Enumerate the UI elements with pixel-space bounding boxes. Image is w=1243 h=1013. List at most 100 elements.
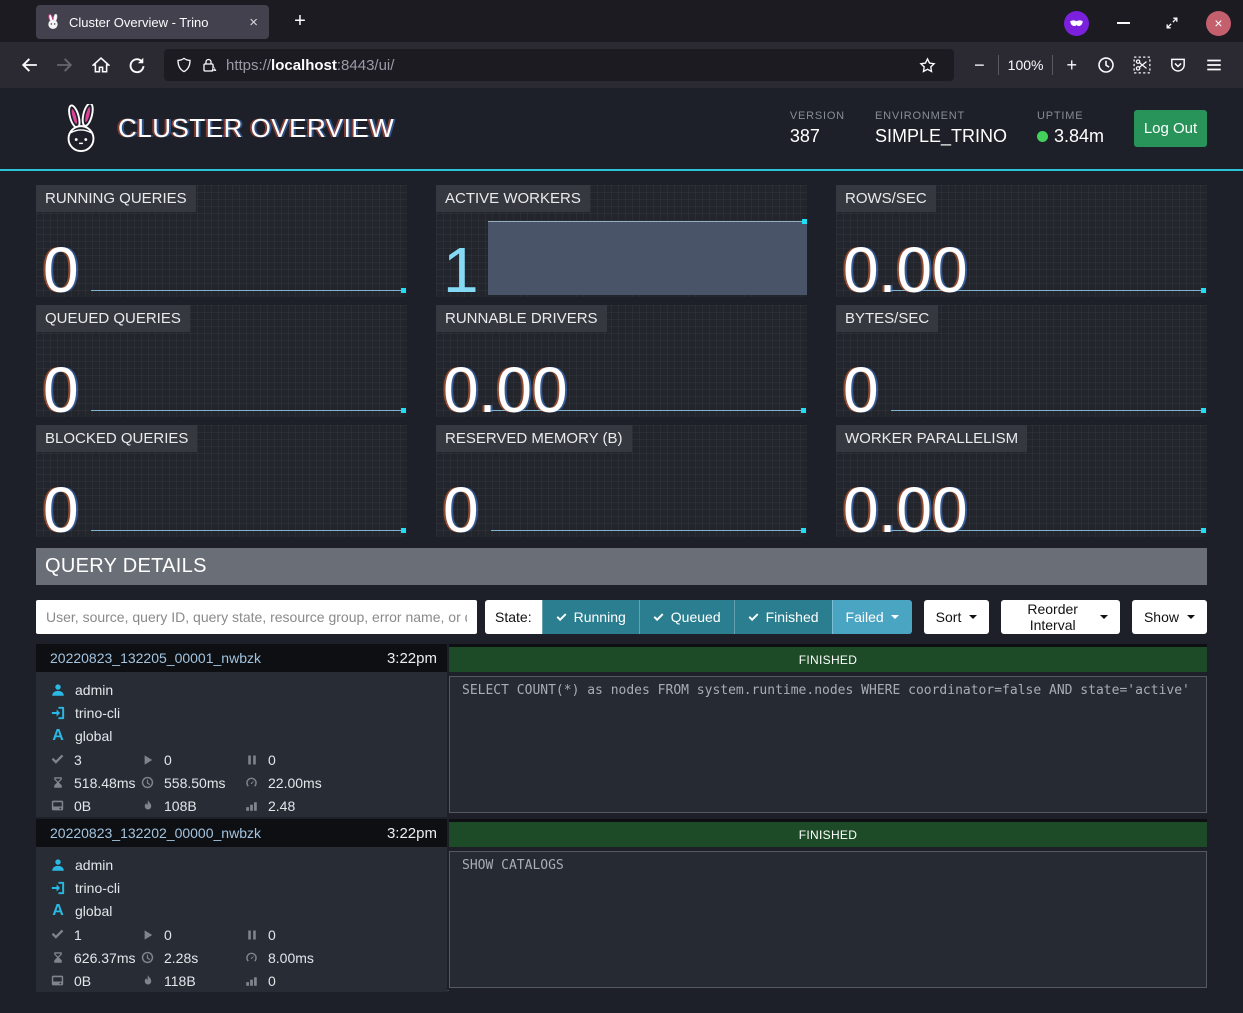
sparkline <box>891 410 1205 411</box>
minimize-button[interactable] <box>1108 8 1138 38</box>
history-clock-icon[interactable] <box>1091 50 1121 80</box>
elapsed-time: 2.28s <box>140 946 244 969</box>
sparkline <box>91 530 405 531</box>
cumulative-memory: 118B <box>140 969 244 992</box>
state-filter-button[interactable]: Running <box>542 600 639 634</box>
tab-close-icon[interactable]: × <box>247 14 260 31</box>
query-sql-text: SELECT COUNT(*) as nodes FROM system.run… <box>449 676 1207 813</box>
gauge-icon <box>244 951 259 964</box>
query-info-panel: admin trino-cli Aglobal 3 0 0 518.48ms 5… <box>36 672 447 817</box>
app-header: CLUSTER OVERVIEW VERSION 387 ENVIRONMENT… <box>0 88 1243 171</box>
state-failed-button[interactable]: Failed <box>832 600 912 634</box>
zoom-level[interactable]: 100% <box>1008 57 1044 73</box>
play-icon <box>140 754 155 766</box>
disk-icon <box>50 974 65 987</box>
query-row: 20220823_132202_00000_nwbzk 3:22pm FINIS… <box>36 819 1207 990</box>
queued-splits: 0 <box>244 923 447 946</box>
query-status-bar: FINISHED <box>449 822 1207 847</box>
query-sql-text: SHOW CATALOGS <box>449 851 1207 988</box>
forward-icon[interactable] <box>50 50 80 80</box>
version-stat: VERSION 387 <box>790 110 845 147</box>
stat-tile: 0.00 WORKER PARALLELISM <box>836 425 1207 537</box>
logout-button[interactable]: Log Out <box>1134 110 1207 147</box>
sparkline <box>91 410 405 411</box>
cpu-time: 22.00ms <box>244 771 447 794</box>
zoom-controls: − 100% + <box>970 55 1081 76</box>
query-id-link[interactable]: 20220823_132205_00001_nwbzk <box>50 650 261 666</box>
sort-button[interactable]: Sort <box>924 600 990 634</box>
stat-tile: 0 BYTES/SEC <box>836 305 1207 417</box>
current-memory: 0B <box>50 969 140 992</box>
query-search-input[interactable] <box>36 600 477 634</box>
page-title: CLUSTER OVERVIEW <box>118 113 394 144</box>
menu-hamburger-icon[interactable] <box>1199 50 1229 80</box>
stat-label: WORKER PARALLELISM <box>836 425 1027 452</box>
query-time: 3:22pm <box>387 825 437 842</box>
completed-splits: 3 <box>50 748 140 771</box>
chevron-down-icon <box>891 615 899 619</box>
restore-button[interactable] <box>1157 8 1187 38</box>
home-icon[interactable] <box>86 50 116 80</box>
reorder-interval-button[interactable]: Reorder Interval <box>1001 600 1120 634</box>
zoom-in-button[interactable]: + <box>1062 55 1081 76</box>
check-icon <box>556 612 567 623</box>
source-sign-in-icon <box>50 706 66 720</box>
stat-value: 0.00 <box>843 475 968 537</box>
wall-time: 626.37ms <box>50 946 140 969</box>
shield-icon[interactable] <box>176 57 192 73</box>
stat-value: 1 <box>443 235 479 297</box>
stat-tile: 0.00 RUNNABLE DRIVERS <box>436 305 807 417</box>
chevron-down-icon <box>1100 615 1108 619</box>
stat-value: 0 <box>43 235 79 297</box>
elapsed-time: 558.50ms <box>140 771 244 794</box>
reload-icon[interactable] <box>122 50 152 80</box>
url-text[interactable]: https://localhost:8443/ui/ <box>226 57 394 74</box>
pocket-shield-icon[interactable] <box>1163 50 1193 80</box>
stat-label: QUEUED QUERIES <box>36 305 190 332</box>
browser-tab[interactable]: Cluster Overview - Trino × <box>36 5 269 39</box>
bookmark-star-icon[interactable] <box>912 50 942 80</box>
parallelism: 2.48 <box>244 794 447 817</box>
lock-warning-icon[interactable] <box>201 57 217 73</box>
query-stats: 1 0 0 626.37ms 2.28s 8.00ms 0B 118B 0 <box>50 923 447 992</box>
private-browsing-icon <box>1064 11 1089 36</box>
cpu-time: 8.00ms <box>244 946 447 969</box>
running-splits: 0 <box>140 748 244 771</box>
back-icon[interactable] <box>14 50 44 80</box>
screenshot-scissors-icon[interactable] <box>1127 50 1157 80</box>
state-filter-button[interactable]: Queued <box>639 600 734 634</box>
flame-icon <box>140 799 155 812</box>
cumulative-memory: 108B <box>140 794 244 817</box>
stat-tile: 0 QUEUED QUERIES <box>36 305 407 417</box>
close-button[interactable]: × <box>1206 11 1231 36</box>
header-stats: VERSION 387 ENVIRONMENT SIMPLE_TRINO UPT… <box>790 110 1207 147</box>
show-button[interactable]: Show <box>1132 600 1207 634</box>
hourglass-icon <box>50 951 65 964</box>
query-stats: 3 0 0 518.48ms 558.50ms 22.00ms 0B 108B … <box>50 748 447 817</box>
stat-value: 0.00 <box>443 355 568 417</box>
query-id-link[interactable]: 20220823_132202_00000_nwbzk <box>50 825 261 841</box>
stat-tile: 0 RUNNING QUERIES <box>36 185 407 297</box>
url-bar[interactable]: https://localhost:8443/ui/ <box>164 49 954 81</box>
stat-tile: 0.00 ROWS/SEC <box>836 185 1207 297</box>
stat-label: RESERVED MEMORY (B) <box>436 425 632 452</box>
trino-favicon <box>45 14 61 30</box>
pause-icon <box>244 929 259 941</box>
stat-value: 0 <box>43 475 79 537</box>
pause-icon <box>244 754 259 766</box>
stat-tile: 1 ACTIVE WORKERS <box>436 185 807 297</box>
trino-page: CLUSTER OVERVIEW VERSION 387 ENVIRONMENT… <box>0 88 1243 1013</box>
state-label: State: <box>485 600 542 634</box>
uptime-stat: UPTIME 3.84m <box>1037 110 1104 147</box>
hourglass-icon <box>50 776 65 789</box>
user-icon <box>50 683 66 697</box>
state-filter-button[interactable]: Finished <box>734 600 832 634</box>
new-tab-button[interactable]: + <box>285 7 315 37</box>
query-sql-cell: SELECT COUNT(*) as nodes FROM system.run… <box>449 672 1207 817</box>
gauge-icon <box>244 776 259 789</box>
zoom-out-button[interactable]: − <box>970 55 989 76</box>
source-sign-in-icon <box>50 881 66 895</box>
query-row-header: 20220823_132205_00001_nwbzk 3:22pm <box>36 644 447 672</box>
stat-tiles: 0 RUNNING QUERIES 1 ACTIVE WORKERS 0.00 … <box>36 185 1207 537</box>
query-info-panel: admin trino-cli Aglobal 1 0 0 626.37ms 2… <box>36 847 447 992</box>
